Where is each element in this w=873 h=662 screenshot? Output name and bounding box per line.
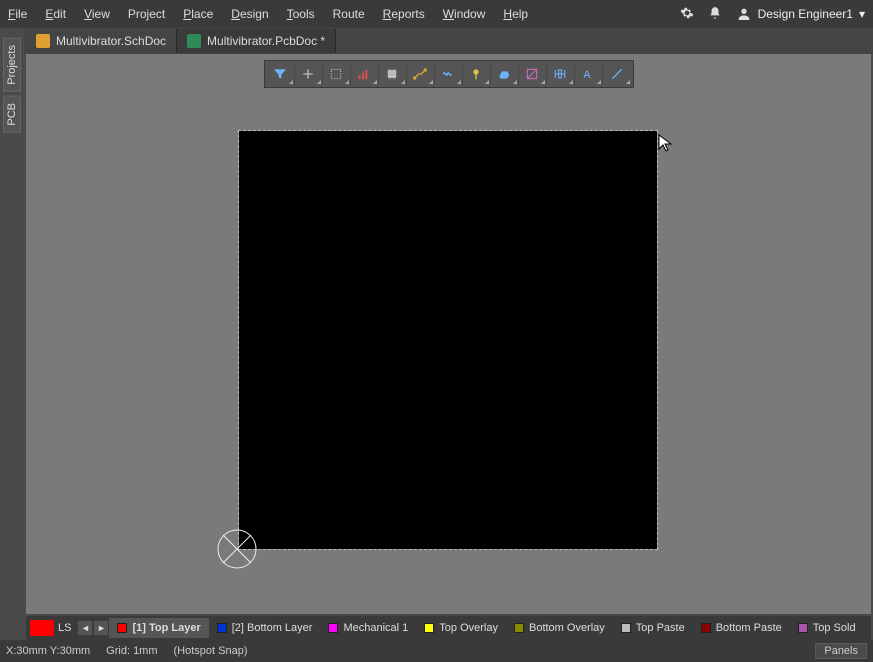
schdoc-icon	[36, 34, 50, 48]
via-icon[interactable]	[435, 63, 463, 85]
line-icon[interactable]	[603, 63, 631, 85]
chevron-down-icon: ▾	[859, 7, 865, 21]
status-left: X:30mm Y:30mm Grid: 1mm (Hotspot Snap)	[6, 645, 248, 657]
layer-bottom-overlay[interactable]: Bottom Overlay	[506, 618, 613, 638]
layer-top-label: [1] Top Layer	[132, 622, 200, 634]
layer-tsold-label: Top Sold	[813, 622, 856, 634]
bell-icon[interactable]	[708, 6, 722, 23]
layer-bottom-label: [2] Bottom Layer	[232, 622, 313, 634]
layer-bottom[interactable]: [2] Bottom Layer	[209, 618, 321, 638]
layer-tover-label: Top Overlay	[439, 622, 498, 634]
menu-view[interactable]: View	[84, 7, 110, 21]
side-tab-pcb[interactable]: PCB	[3, 96, 21, 133]
menu-left: File Edit View Project Place Design Tool…	[8, 7, 528, 21]
layer-bover-label: Bottom Overlay	[529, 622, 605, 634]
menu-help[interactable]: Help	[503, 7, 528, 21]
dimension-icon[interactable]	[547, 63, 575, 85]
menu-right: Design Engineer1 ▾	[680, 6, 865, 23]
swatch	[514, 623, 524, 633]
menu-bar: File Edit View Project Place Design Tool…	[0, 0, 873, 28]
menu-tools[interactable]: Tools	[287, 7, 315, 21]
layer-prev-icon[interactable]: ◄	[78, 621, 92, 635]
menu-file[interactable]: File	[8, 7, 27, 21]
board-outline	[238, 130, 658, 550]
tab-schdoc[interactable]: Multivibrator.SchDoc	[26, 29, 177, 53]
layer-mechanical1[interactable]: Mechanical 1	[320, 618, 416, 638]
swatch	[117, 623, 127, 633]
filter-icon[interactable]	[267, 63, 295, 85]
svg-text:A: A	[583, 69, 591, 81]
keepout-icon[interactable]	[519, 63, 547, 85]
layer-top-solder[interactable]: Top Sold	[790, 618, 864, 638]
text-icon[interactable]: A	[575, 63, 603, 85]
user-menu[interactable]: Design Engineer1 ▾	[736, 6, 865, 22]
layer-mech-label: Mechanical 1	[343, 622, 408, 634]
swatch	[217, 623, 227, 633]
document-tab-bar: Multivibrator.SchDoc Multivibrator.PcbDo…	[0, 28, 873, 54]
mouse-cursor-icon	[658, 134, 672, 155]
status-bar: X:30mm Y:30mm Grid: 1mm (Hotspot Snap) P…	[0, 640, 873, 662]
layer-top[interactable]: [1] Top Layer	[109, 618, 208, 638]
menu-design[interactable]: Design	[231, 7, 268, 21]
tab-schdoc-label: Multivibrator.SchDoc	[56, 34, 166, 48]
layer-next-icon[interactable]: ►	[94, 621, 108, 635]
plus-icon[interactable]	[295, 63, 323, 85]
menu-project[interactable]: Project	[128, 7, 165, 21]
status-grid: Grid: 1mm	[106, 645, 157, 657]
layer-top-overlay[interactable]: Top Overlay	[416, 618, 506, 638]
menu-route[interactable]: Route	[333, 7, 365, 21]
side-tab-projects[interactable]: Projects	[3, 38, 21, 92]
active-bar-toolbar: A	[264, 60, 634, 88]
swatch	[701, 623, 711, 633]
tab-pcbdoc[interactable]: Multivibrator.PcbDoc *	[177, 29, 336, 53]
swatch	[328, 623, 338, 633]
pad-icon[interactable]	[463, 63, 491, 85]
status-snap: (Hotspot Snap)	[174, 645, 248, 657]
swatch	[798, 623, 808, 633]
layer-top-paste[interactable]: Top Paste	[613, 618, 693, 638]
select-rect-icon[interactable]	[323, 63, 351, 85]
swatch	[621, 623, 631, 633]
pcbdoc-icon	[187, 34, 201, 48]
layer-tpaste-label: Top Paste	[636, 622, 685, 634]
gear-icon[interactable]	[680, 6, 694, 23]
layer-bpaste-label: Bottom Paste	[716, 622, 782, 634]
swatch	[424, 623, 434, 633]
layer-bottom-paste[interactable]: Bottom Paste	[693, 618, 790, 638]
component-icon[interactable]	[379, 63, 407, 85]
menu-place[interactable]: Place	[183, 7, 213, 21]
align-icon[interactable]	[351, 63, 379, 85]
pcb-canvas[interactable]: A	[26, 54, 871, 614]
person-icon	[736, 6, 752, 22]
menu-reports[interactable]: Reports	[383, 7, 425, 21]
origin-marker	[216, 528, 258, 573]
board-area[interactable]	[239, 131, 657, 549]
side-panel-tabs: Projects PCB	[0, 28, 24, 622]
user-name: Design Engineer1	[758, 7, 853, 21]
menu-edit[interactable]: Edit	[45, 7, 66, 21]
polygon-icon[interactable]	[491, 63, 519, 85]
panels-button[interactable]: Panels	[815, 643, 867, 659]
status-coords: X:30mm Y:30mm	[6, 645, 90, 657]
tab-pcbdoc-label: Multivibrator.PcbDoc *	[207, 34, 325, 48]
ls-label: LS	[58, 622, 71, 634]
layer-bar: LS ◄ ► [1] Top Layer [2] Bottom Layer Me…	[26, 616, 871, 640]
menu-window[interactable]: Window	[443, 7, 486, 21]
ls-swatch[interactable]	[30, 620, 54, 636]
route-track-icon[interactable]	[407, 63, 435, 85]
